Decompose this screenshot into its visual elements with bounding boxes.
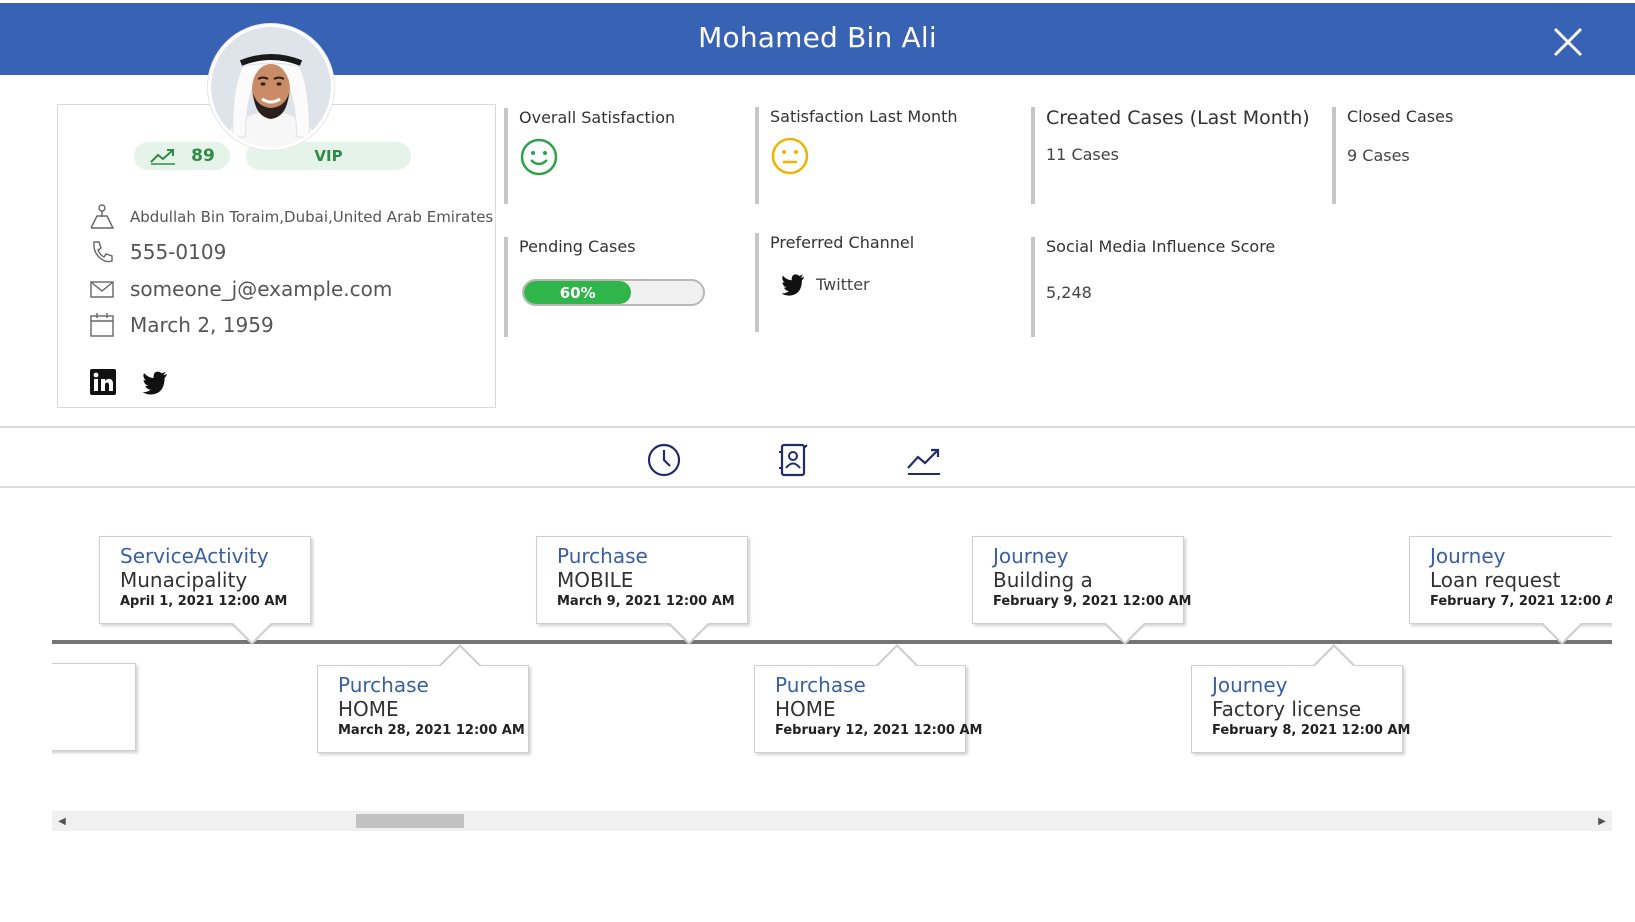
progress-fill: 60% [524,281,632,304]
event-pointer [230,622,274,645]
event-date: February 9, 2021 12:00 AM [993,594,1192,609]
timeline-event[interactable]: Journey Building a February 9, 2021 12:0… [972,536,1192,645]
scroll-thumb[interactable] [356,814,464,828]
event-title: HOME [338,697,399,721]
timeline-event[interactable]: Purchase HOME March 28, 2021 12:00 AM [317,644,529,753]
event-type: Purchase [775,673,866,697]
phone-row: 555-0109 [88,238,226,266]
timeline-event[interactable]: Purchase MOBILE March 9, 2021 12:00 AM [536,536,748,645]
timeline-event[interactable]: ServiceActivity Munacipality April 1, 20… [99,536,311,645]
event-pointer [438,644,482,667]
event-type: Journey [1212,673,1288,697]
twitter-icon [781,274,805,296]
clock-icon[interactable] [646,442,682,478]
loyalty-score-value: 89 [191,146,215,166]
channel-value: Twitter [780,271,914,297]
phone-icon [88,238,116,266]
trend-up-icon[interactable] [906,442,942,478]
channel-name: Twitter [816,274,870,294]
event-title: Building a [993,568,1093,592]
kpi-value: 9 Cases [1347,146,1410,165]
kpi-social-influence: Social Media Influence Score 5,248 [1031,237,1275,337]
loyalty-score-badge: 89 [134,142,230,170]
kpi-overall-satisfaction: Overall Satisfaction [504,108,675,204]
event-date: March 9, 2021 12:00 AM [557,594,735,609]
address-row: Abdullah Bin Toraim,Dubai,United Arab Em… [88,203,493,231]
event-type: Journey [1430,544,1506,568]
event-type: ServiceActivity [120,544,269,568]
kpi-label: Closed Cases [1347,107,1454,126]
email-row: someone_j@example.com [88,275,392,303]
avatar [211,27,331,147]
timeline-event[interactable]: Journey Factory license February 8, 2021… [1191,644,1411,753]
calendar-icon [88,311,116,339]
event-title: MOBILE [557,568,634,592]
kpi-created-cases: Created Cases (Last Month) 11 Cases [1031,107,1310,204]
kpi-value: 5,248 [1046,283,1092,302]
happy-face-icon [520,138,558,176]
kpi-label: Social Media Influence Score [1046,237,1276,256]
event-title: Munacipality [120,568,248,592]
kpi-satisfaction-last-month: Satisfaction Last Month [755,107,958,204]
timeline-scrollbar[interactable]: ◀ ▶ [52,811,1612,831]
contact-book-icon[interactable] [775,442,811,478]
scroll-right-arrow-icon[interactable]: ▶ [1592,811,1612,831]
event-pointer [1540,622,1584,645]
kpi-label: Satisfaction Last Month [770,107,958,126]
pending-cases-progress: 60% [522,279,705,306]
kpi-closed-cases: Closed Cases 9 Cases [1332,107,1453,204]
email-text[interactable]: someone_j@example.com [130,277,392,301]
event-title: Factory license [1212,697,1362,721]
timeline-axis [52,640,1612,644]
event-title: HOME [775,697,836,721]
timeline-event-partial[interactable] [52,663,136,751]
twitter-icon[interactable] [141,368,169,396]
close-icon[interactable] [1547,21,1589,63]
trend-up-icon [150,149,176,165]
event-title: Loan request [1430,568,1561,592]
event-date: February 7, 2021 12:00 AM [1430,594,1612,609]
timeline[interactable]: ServiceActivity Munacipality April 1, 20… [52,500,1612,790]
email-icon [88,275,116,303]
view-tab-bar [0,426,1635,488]
event-pointer [875,644,919,667]
location-icon [88,203,116,231]
event-date: April 1, 2021 12:00 AM [120,594,288,609]
event-type: Purchase [338,673,429,697]
event-type: Journey [993,544,1069,568]
kpi-preferred-channel: Preferred Channel Twitter [755,233,914,332]
address-text: Abdullah Bin Toraim,Dubai,United Arab Em… [130,208,494,226]
scroll-left-arrow-icon[interactable]: ◀ [52,811,72,831]
event-pointer [1312,644,1356,667]
linkedin-icon[interactable] [89,368,117,396]
event-date: March 28, 2021 12:00 AM [338,723,525,738]
kpi-label: Created Cases (Last Month) [1046,107,1310,129]
birthdate-row: March 2, 1959 [88,311,274,339]
event-date: February 12, 2021 12:00 AM [775,723,983,738]
timeline-event[interactable]: Journey Loan request February 7, 2021 12… [1409,536,1612,645]
kpi-label: Preferred Channel [770,233,915,252]
event-date: February 8, 2021 12:00 AM [1212,723,1411,738]
kpi-label: Overall Satisfaction [519,108,676,127]
timeline-event[interactable]: Purchase HOME February 12, 2021 12:00 AM [754,644,983,753]
kpi-value: 11 Cases [1046,145,1119,164]
event-pointer [1103,622,1147,645]
event-type: Purchase [557,544,648,568]
neutral-face-icon [771,137,809,175]
phone-text[interactable]: 555-0109 [130,240,226,264]
kpi-label: Pending Cases [519,237,636,256]
birthdate-text: March 2, 1959 [130,313,274,337]
event-pointer [667,622,711,645]
